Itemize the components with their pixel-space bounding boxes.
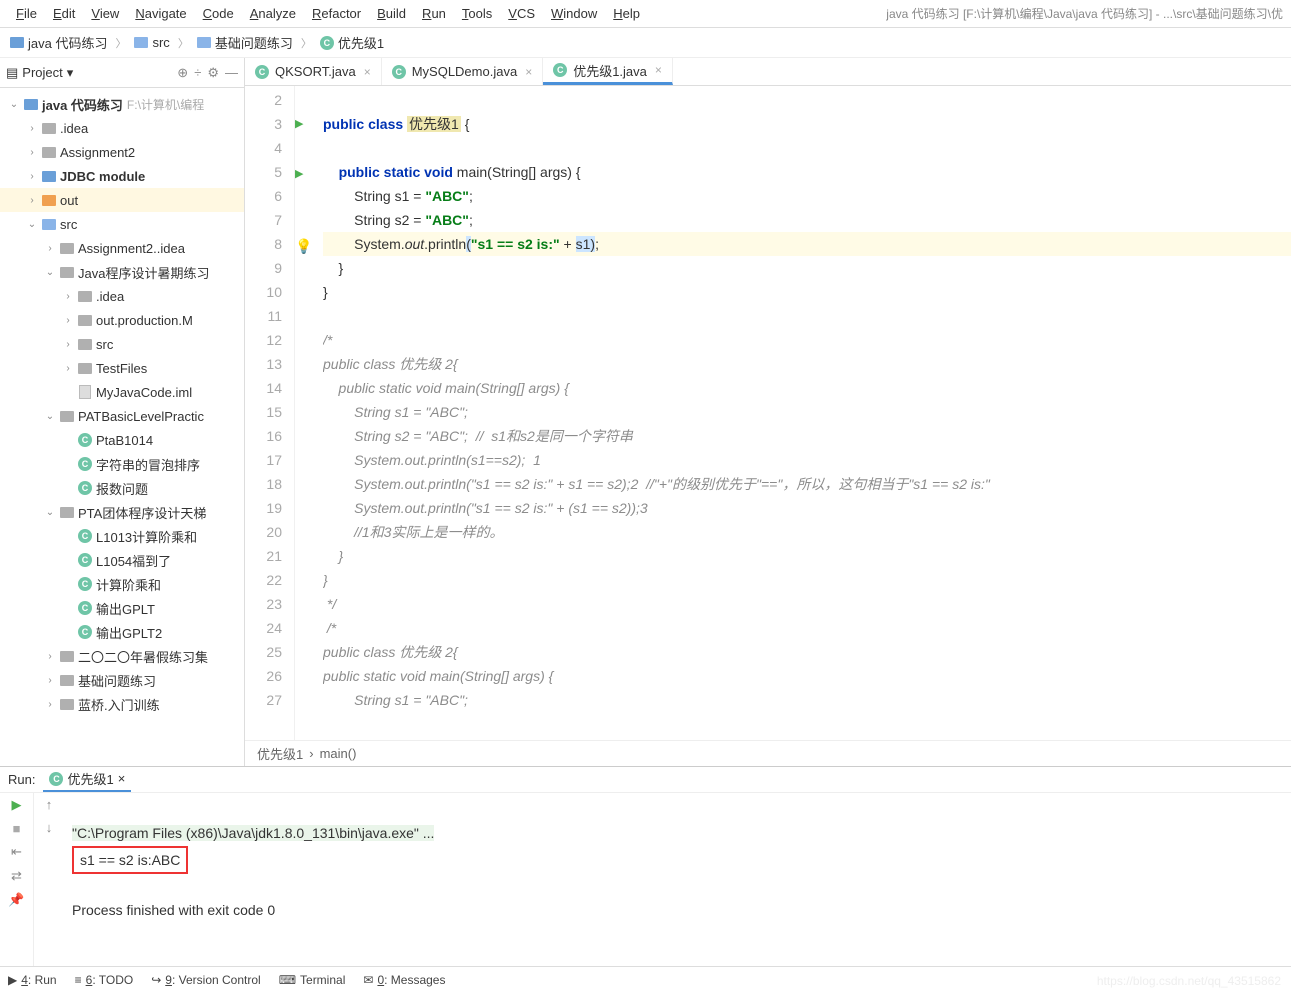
menu-run[interactable]: Run xyxy=(414,4,454,23)
console-output[interactable]: "C:\Program Files (x86)\Java\jdk1.8.0_13… xyxy=(64,793,1291,966)
tool-icon: ▶ xyxy=(8,973,17,987)
tree-item[interactable]: ›out xyxy=(0,188,244,212)
tool-window-button[interactable]: ⌨Terminal xyxy=(279,973,346,987)
tree-item[interactable]: CL1054福到了 xyxy=(0,548,244,572)
code-editor[interactable]: 2345678910111213141516171819202122232425… xyxy=(245,86,1291,740)
editor-tabs: CQKSORT.java×CMySQLDemo.java×C优先级1.java× xyxy=(245,58,1291,86)
editor-tab[interactable]: C优先级1.java× xyxy=(543,58,673,85)
rerun-icon[interactable]: ▶ xyxy=(12,797,22,813)
code-breadcrumb[interactable]: 优先级1 › main() xyxy=(245,740,1291,766)
tree-item[interactable]: ›蓝桥.入门训练 xyxy=(0,692,244,716)
pin-icon[interactable]: 📌 xyxy=(8,892,24,908)
class-icon: C xyxy=(392,65,406,79)
tree-item[interactable]: MyJavaCode.iml xyxy=(0,380,244,404)
tree-item[interactable]: ›Assignment2 xyxy=(0,140,244,164)
tree-item[interactable]: ⌄PTA团体程序设计天梯 xyxy=(0,500,244,524)
tree-item[interactable]: ›src xyxy=(0,332,244,356)
menu-vcs[interactable]: VCS xyxy=(500,4,543,23)
tree-item[interactable]: ⌄PATBasicLevelPractic xyxy=(0,404,244,428)
tree-item[interactable]: CPtaB1014 xyxy=(0,428,244,452)
tool-window-button[interactable]: ≡6: TODO xyxy=(75,973,134,987)
run-toolbar-nav: ↑ ↓ xyxy=(34,793,64,966)
tree-item[interactable]: ⌄src xyxy=(0,212,244,236)
target-icon[interactable]: ⊕ xyxy=(177,65,188,81)
tool-icon: ✉ xyxy=(363,973,373,987)
close-icon[interactable]: × xyxy=(655,63,662,77)
window-title: java 代码练习 [F:\计算机\编程\Java\java 代码练习] - .… xyxy=(886,5,1283,22)
menu-edit[interactable]: Edit xyxy=(45,4,83,23)
tool-window-button[interactable]: ↪9: Version Control xyxy=(151,973,260,987)
tree-item[interactable]: ›二〇二〇年暑假练习集 xyxy=(0,644,244,668)
tool-icon: ≡ xyxy=(75,973,82,987)
layout-icon[interactable]: ⇄ xyxy=(11,868,22,884)
menu-analyze[interactable]: Analyze xyxy=(242,4,304,23)
close-icon[interactable]: × xyxy=(118,771,126,786)
menu-tools[interactable]: Tools xyxy=(454,4,500,23)
tree-item[interactable]: C输出GPLT2 xyxy=(0,620,244,644)
gutter-icons[interactable]: ▶ ▶ 💡 xyxy=(295,86,323,740)
run-tab[interactable]: C 优先级1 × xyxy=(43,767,131,792)
tree-item[interactable]: ›out.production.M xyxy=(0,308,244,332)
project-tool-label[interactable]: ▤ Project ▾ xyxy=(6,65,73,81)
tree-item[interactable]: ›.idea xyxy=(0,116,244,140)
gear-icon[interactable]: ⚙ xyxy=(207,65,219,81)
run-tool-window: Run: C 优先级1 × ▶ ■ ⇤ ⇄ 📌 ↑ ↓ "C:\Program … xyxy=(0,766,1291,966)
tree-item[interactable]: C报数问题 xyxy=(0,476,244,500)
editor-area: CQKSORT.java×CMySQLDemo.java×C优先级1.java×… xyxy=(245,58,1291,766)
up-icon[interactable]: ↑ xyxy=(46,797,53,812)
class-icon: C xyxy=(553,63,567,77)
intention-bulb-icon[interactable]: 💡 xyxy=(295,238,312,254)
menu-navigate[interactable]: Navigate xyxy=(127,4,194,23)
menu-build[interactable]: Build xyxy=(369,4,414,23)
watermark: https://blog.csdn.net/qq_43515862 xyxy=(1097,974,1281,988)
breadcrumb-item[interactable]: java 代码练习 xyxy=(6,31,111,54)
collapse-icon[interactable]: ÷ xyxy=(194,65,201,81)
tool-icon: ↪ xyxy=(151,973,161,987)
breadcrumb-item[interactable]: 基础问题练习 xyxy=(193,31,297,54)
project-tree[interactable]: ⌄java 代码练习F:\计算机\编程›.idea›Assignment2›JD… xyxy=(0,88,244,766)
menu-window[interactable]: Window xyxy=(543,4,605,23)
tool-icon: ⌨ xyxy=(279,973,296,987)
line-gutter[interactable]: 2345678910111213141516171819202122232425… xyxy=(245,86,295,740)
class-icon: C xyxy=(49,772,63,786)
editor-tab[interactable]: CQKSORT.java× xyxy=(245,58,382,85)
tree-item[interactable]: ›JDBC module xyxy=(0,164,244,188)
editor-tab[interactable]: CMySQLDemo.java× xyxy=(382,58,544,85)
tree-item[interactable]: C字符串的冒泡排序 xyxy=(0,452,244,476)
tool-window-button[interactable]: ✉0: Messages xyxy=(363,973,445,987)
down-icon[interactable]: ↓ xyxy=(46,820,53,835)
tree-item[interactable]: ›TestFiles xyxy=(0,356,244,380)
tree-item[interactable]: C计算阶乘和 xyxy=(0,572,244,596)
tool-window-button[interactable]: ▶4: Run xyxy=(8,973,57,987)
tree-item[interactable]: ⌄Java程序设计暑期练习 xyxy=(0,260,244,284)
menu-refactor[interactable]: Refactor xyxy=(304,4,369,23)
hide-icon[interactable]: — xyxy=(225,65,238,81)
project-sidebar: ▤ Project ▾ ⊕ ÷ ⚙ — ⌄java 代码练习F:\计算机\编程›… xyxy=(0,58,245,766)
menu-bar: FileEditViewNavigateCodeAnalyzeRefactorB… xyxy=(0,0,1291,28)
breadcrumb-item[interactable]: C优先级1 xyxy=(316,31,388,54)
run-gutter-icon[interactable]: ▶ xyxy=(295,168,303,180)
tree-item[interactable]: ›Assignment2..idea xyxy=(0,236,244,260)
close-icon[interactable]: × xyxy=(364,65,371,79)
tree-item[interactable]: ›基础问题练习 xyxy=(0,668,244,692)
tree-item[interactable]: ⌄java 代码练习F:\计算机\编程 xyxy=(0,92,244,116)
run-label: Run: xyxy=(8,772,35,787)
stop-icon[interactable]: ■ xyxy=(13,821,21,836)
run-gutter-icon[interactable]: ▶ xyxy=(295,118,303,130)
tree-item[interactable]: ›.idea xyxy=(0,284,244,308)
breadcrumb: java 代码练习〉src〉基础问题练习〉C优先级1 xyxy=(0,28,1291,58)
menu-code[interactable]: Code xyxy=(195,4,242,23)
run-toolbar-left: ▶ ■ ⇤ ⇄ 📌 xyxy=(0,793,34,966)
menu-view[interactable]: View xyxy=(83,4,127,23)
exit-icon[interactable]: ⇤ xyxy=(11,844,22,860)
class-icon: C xyxy=(255,65,269,79)
tree-item[interactable]: C输出GPLT xyxy=(0,596,244,620)
project-header: ▤ Project ▾ ⊕ ÷ ⚙ — xyxy=(0,58,244,88)
breadcrumb-item[interactable]: src xyxy=(130,33,173,52)
menu-file[interactable]: File xyxy=(8,4,45,23)
tree-item[interactable]: CL1013计算阶乘和 xyxy=(0,524,244,548)
menu-help[interactable]: Help xyxy=(605,4,648,23)
close-icon[interactable]: × xyxy=(525,65,532,79)
output-highlight: s1 == s2 is:ABC xyxy=(72,846,188,874)
